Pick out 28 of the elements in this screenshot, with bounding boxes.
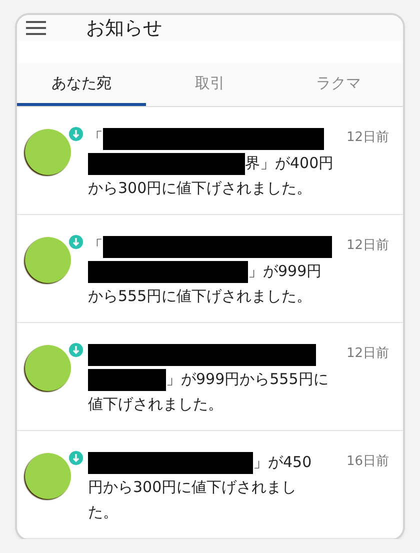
download-badge-icon [69,235,83,249]
download-badge-icon [69,451,83,465]
download-badge-icon [69,343,83,357]
timestamp: 16日前 [346,453,389,471]
message-text: 「 [88,129,103,148]
message-text: から300円に値下げされました。 [88,179,312,198]
message-text: 円から300円に値下げされまし [88,478,297,497]
message-text: 値下げされました。 [88,395,223,414]
message-text: から555円に値下げされました。 [88,287,312,306]
tab[interactable]: 取引 [146,63,274,106]
avatar [25,345,71,391]
message-text: 界」が400円 [245,154,334,173]
avatar [25,237,71,283]
avatar [25,129,71,175]
timestamp: 12日前 [346,237,389,255]
menu-icon[interactable] [26,21,46,35]
timestamp: 12日前 [346,129,389,147]
message-text: 「 [88,237,103,256]
tab[interactable]: ラクマ [274,63,403,106]
page-title: お知らせ [86,16,162,41]
tab[interactable]: あなた宛 [17,63,146,106]
avatar [25,453,71,499]
message-text: 」が999円から555円に [166,370,328,389]
message-text: 」が450 [253,453,312,472]
message-text: た。 [88,503,118,522]
timestamp: 12日前 [346,345,389,363]
download-badge-icon [69,127,83,141]
message-text: 」が999円 [248,262,322,281]
